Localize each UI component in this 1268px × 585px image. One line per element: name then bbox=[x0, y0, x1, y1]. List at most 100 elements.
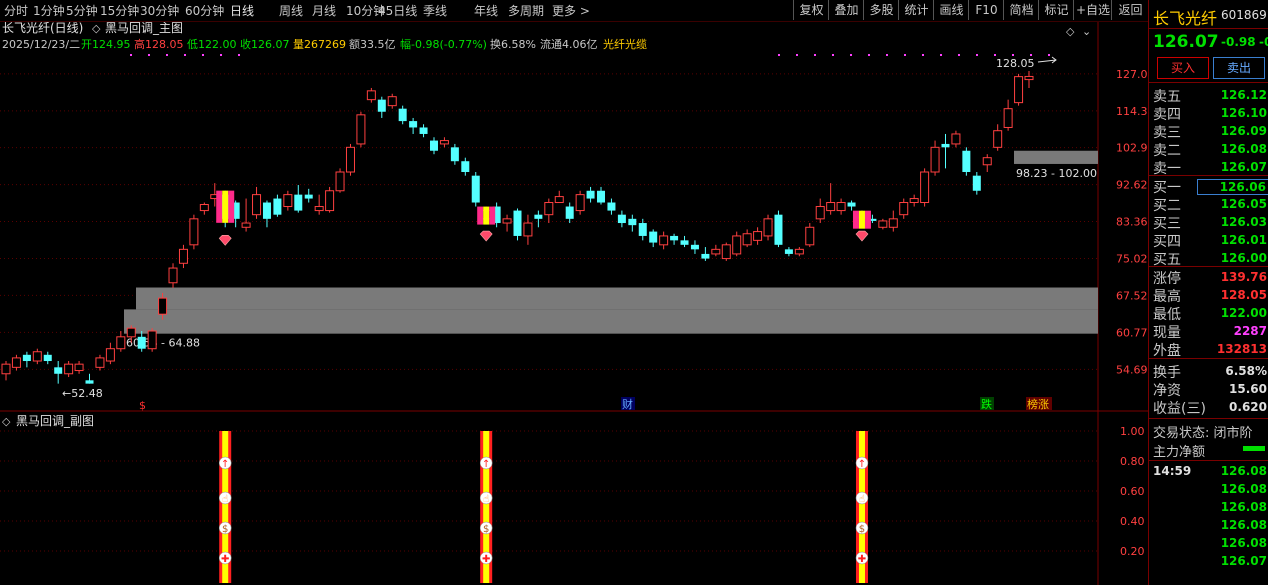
candle[interactable] bbox=[335, 168, 345, 193]
ask-level-label: 卖四 bbox=[1153, 107, 1181, 123]
sub-indicator-toggle-icon[interactable]: ◇ bbox=[2, 415, 11, 428]
period-tab-1[interactable]: 1分钟 bbox=[33, 2, 65, 19]
reference-dot bbox=[958, 54, 960, 56]
event-marker-bang[interactable]: 榜涨 bbox=[1027, 397, 1049, 411]
bar-amount: 额33.5亿 bbox=[349, 38, 396, 51]
toolbar-button-7[interactable]: 标记 bbox=[1038, 0, 1074, 20]
candle[interactable] bbox=[471, 172, 480, 207]
main-candlestick-chart[interactable]: 127.0 114.3 102.9 92.62 83.36 75.02 67.52 60.77… bbox=[0, 22, 1148, 412]
toolbar-button-6[interactable]: 简档 bbox=[1003, 0, 1039, 20]
support-zone-label: 98.23 - 102.00 bbox=[1016, 167, 1097, 180]
event-marker-cai[interactable]: 财 bbox=[622, 397, 633, 411]
period-tab-3[interactable]: 15分钟 bbox=[100, 2, 139, 19]
tick-price: 126.08 bbox=[1220, 518, 1267, 532]
reference-dot bbox=[940, 54, 942, 56]
reference-dot bbox=[130, 54, 132, 56]
ask-level-price: 126.09 bbox=[1220, 124, 1267, 138]
toolbar-button-3[interactable]: 统计 bbox=[898, 0, 934, 20]
price-change: -0.98 bbox=[1221, 35, 1256, 49]
sub-indicator-name[interactable]: 黑马回调_副图 bbox=[16, 414, 94, 428]
reference-dot bbox=[778, 54, 780, 56]
sub-axis-label: 0.40 bbox=[1120, 515, 1145, 528]
reference-dot bbox=[184, 54, 186, 56]
period-tab-5[interactable]: 60分钟 bbox=[185, 2, 224, 19]
period-tab-8[interactable]: 月线 bbox=[312, 2, 336, 19]
diamond-icon[interactable]: ◇ bbox=[1066, 25, 1075, 38]
candle[interactable] bbox=[1014, 73, 1024, 106]
bid-level-label: 买四 bbox=[1153, 234, 1181, 250]
candle[interactable] bbox=[345, 143, 355, 176]
toolbar-button-9[interactable]: 返回 bbox=[1111, 0, 1149, 20]
sell-button[interactable]: 卖出 bbox=[1213, 57, 1265, 79]
money-bag-icon: $ bbox=[222, 524, 228, 535]
toolbar-button-5[interactable]: F10 bbox=[968, 0, 1004, 20]
pointer-hand-icon: ☝ bbox=[483, 494, 489, 505]
bar-concept[interactable]: 光纤光缆 bbox=[603, 37, 647, 51]
toolbar-button-1[interactable]: 叠加 bbox=[828, 0, 864, 20]
period-tab-11[interactable]: 季线 bbox=[423, 2, 447, 19]
candle[interactable] bbox=[774, 210, 783, 248]
support-zone-label: 60.54 - 64.88 bbox=[126, 337, 200, 350]
candle[interactable] bbox=[356, 111, 366, 148]
chart-title: 长飞光纤(日线) bbox=[2, 22, 83, 35]
candle[interactable] bbox=[189, 214, 199, 250]
reference-dot bbox=[220, 54, 222, 56]
period-tab-0[interactable]: 分时 bbox=[4, 2, 28, 19]
toolbar-button-8[interactable]: +自选 bbox=[1073, 0, 1112, 20]
stat-value: 132813 bbox=[1216, 342, 1267, 356]
plus-circle-icon: ✚ bbox=[221, 554, 229, 565]
candle[interactable] bbox=[147, 328, 157, 352]
price-axis-label: 60.77 bbox=[1116, 326, 1148, 339]
toolbar-button-2[interactable]: 多股 bbox=[863, 0, 899, 20]
bar-change: 幅-0.98(-0.77%) bbox=[400, 38, 487, 51]
signal-bar bbox=[477, 206, 484, 225]
divider bbox=[1149, 266, 1268, 267]
event-marker-die[interactable]: 跌 bbox=[981, 397, 992, 411]
candle[interactable] bbox=[325, 186, 335, 213]
stat-label: 涨停 bbox=[1153, 271, 1181, 287]
candle[interactable] bbox=[513, 208, 522, 241]
sub-indicator-chart[interactable]: 1.00 0.80 0.60 0.40 0.20 ↑ ☝ $ ✚ ↑ ☝ $ ✚ ↑ ☝ $ ✚ ◇ 黑马回调… bbox=[0, 412, 1148, 585]
period-tab-10[interactable]: 45日线 bbox=[378, 2, 417, 19]
sub-axis-label: 1.00 bbox=[1120, 425, 1145, 438]
plus-circle-icon: ✚ bbox=[858, 554, 866, 565]
chevron-down-icon[interactable]: ⌄ bbox=[1082, 25, 1091, 38]
reference-dot bbox=[1030, 54, 1032, 56]
stat2-value: 6.58% bbox=[1225, 364, 1267, 378]
event-marker-dollar[interactable]: $ bbox=[139, 399, 146, 412]
stat2-label: 换手 bbox=[1153, 365, 1181, 381]
price-axis-label: 127.0 bbox=[1116, 68, 1148, 81]
main-flow-bar bbox=[1243, 446, 1265, 451]
price-axis-label: 67.52 bbox=[1116, 289, 1148, 302]
stat2-value: 15.60 bbox=[1229, 382, 1267, 396]
period-tab-4[interactable]: 30分钟 bbox=[140, 2, 179, 19]
period-tab-7[interactable]: 周线 bbox=[279, 2, 303, 19]
candle[interactable] bbox=[721, 242, 731, 261]
price-axis-label: 92.62 bbox=[1116, 179, 1148, 192]
stat-label: 最高 bbox=[1153, 289, 1181, 305]
reference-dot bbox=[238, 54, 240, 56]
period-tab-13[interactable]: 多周期 bbox=[508, 2, 544, 19]
candle[interactable] bbox=[962, 147, 971, 176]
toolbar-button-4[interactable]: 画线 bbox=[933, 0, 969, 20]
bar-volume: 量267269 bbox=[293, 38, 346, 51]
main-flow-label[interactable]: 主力净额 bbox=[1153, 441, 1205, 460]
reference-dot bbox=[1048, 54, 1050, 56]
main-indicator-name[interactable]: 黑马回调_主图 bbox=[105, 22, 183, 35]
signal-bar bbox=[858, 210, 865, 229]
support-zone bbox=[124, 309, 1098, 334]
indicator-toggle-icon[interactable]: ◇ bbox=[92, 22, 101, 35]
period-tab-6[interactable]: 日线 bbox=[230, 2, 254, 19]
candle[interactable] bbox=[920, 168, 930, 207]
price-axis-label: 54.69 bbox=[1116, 363, 1148, 376]
stat-label: 现量 bbox=[1153, 325, 1181, 341]
stat-label: 外盘 bbox=[1153, 343, 1181, 359]
period-tab-14[interactable]: 更多 > bbox=[552, 2, 590, 19]
price-axis-label: 102.9 bbox=[1116, 142, 1148, 155]
period-tab-2[interactable]: 5分钟 bbox=[66, 2, 98, 19]
toolbar-button-0[interactable]: 复权 bbox=[793, 0, 829, 20]
bar-open: 开124.95 bbox=[81, 38, 131, 51]
buy-button[interactable]: 买入 bbox=[1157, 57, 1209, 79]
stat-value: 128.05 bbox=[1220, 288, 1267, 302]
period-tab-12[interactable]: 年线 bbox=[474, 2, 498, 19]
